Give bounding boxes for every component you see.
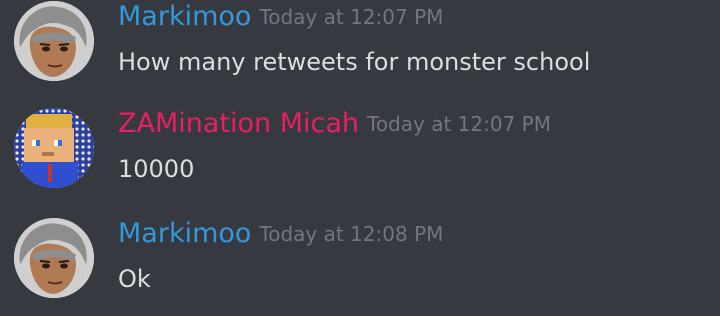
- message-header: Markimoo Today at 12:08 PM: [118, 214, 443, 254]
- user-avatar[interactable]: [14, 218, 94, 298]
- message-text: How many retweets for monster school: [118, 48, 591, 76]
- message-header: ZAMination Micah Today at 12:07 PM: [118, 104, 551, 144]
- user-avatar[interactable]: [14, 1, 94, 81]
- blocky-character-avatar-icon: [14, 108, 94, 188]
- cartoon-boy-avatar-icon: [14, 218, 94, 298]
- message-timestamp: Today at 12:07 PM: [259, 5, 444, 29]
- author-name[interactable]: Markimoo: [118, 218, 251, 249]
- message-timestamp: Today at 12:08 PM: [259, 222, 444, 246]
- message-text: 10000: [118, 155, 195, 183]
- message-item: Markimoo Today at 12:07 PM How many retwe…: [14, 1, 714, 81]
- author-name[interactable]: ZAMination Micah: [118, 108, 359, 139]
- message-text: Ok: [118, 265, 151, 293]
- message-header: Markimoo Today at 12:07 PM: [118, 0, 443, 37]
- message-timestamp: Today at 12:07 PM: [367, 112, 551, 136]
- chat-messages: Markimoo Today at 12:07 PM How many retwe…: [0, 0, 720, 316]
- cartoon-boy-avatar-icon: [14, 1, 94, 81]
- author-name[interactable]: Markimoo: [118, 1, 251, 32]
- user-avatar[interactable]: [14, 108, 94, 188]
- message-item: Markimoo Today at 12:08 PM Ok: [14, 218, 714, 298]
- message-item: ZAMination Micah Today at 12:07 PM 10000: [14, 108, 714, 188]
